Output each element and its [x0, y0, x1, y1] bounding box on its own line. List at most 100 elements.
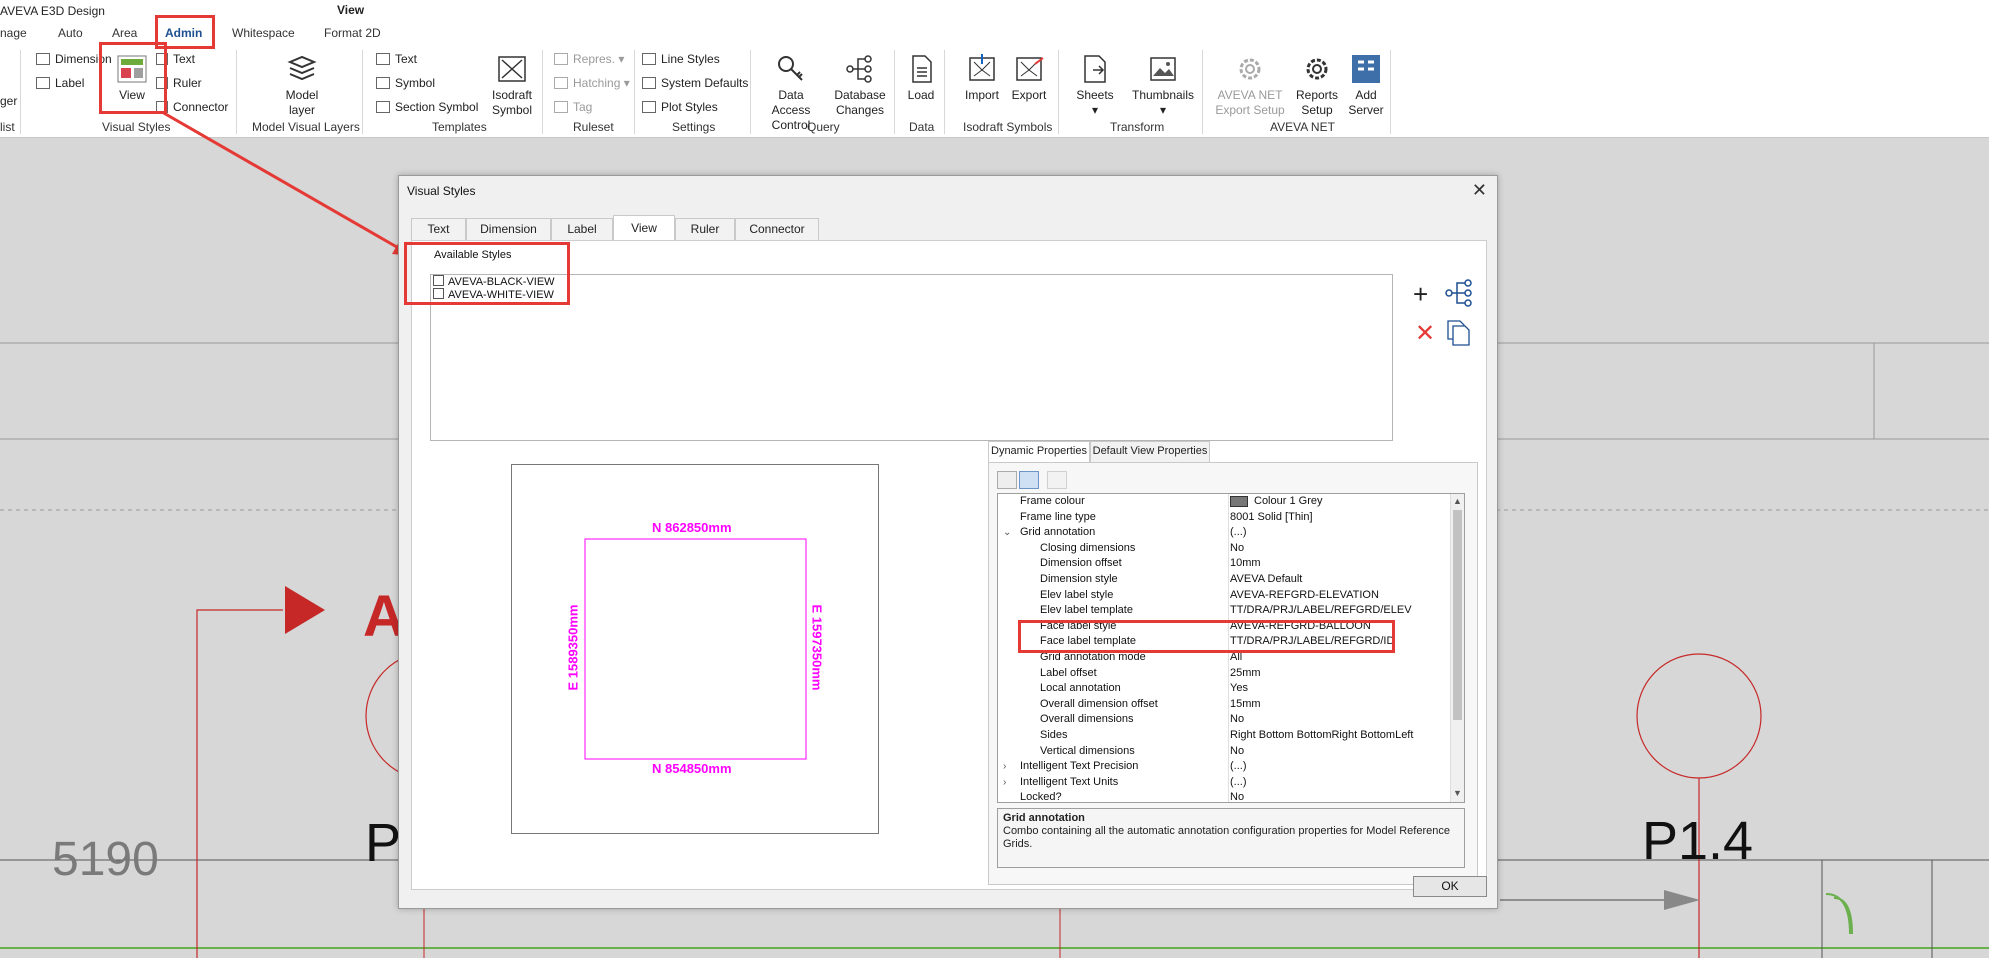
tab-text[interactable]: Text [411, 218, 466, 240]
property-value[interactable]: (...) [1230, 525, 1247, 540]
property-value[interactable]: No [1230, 712, 1244, 727]
property-row[interactable]: Vertical dimensions No [998, 744, 1464, 760]
tree-icon [846, 55, 872, 83]
property-value[interactable]: Colour 1 Grey [1254, 494, 1322, 509]
tab-ruler[interactable]: Ruler [675, 218, 735, 240]
plot-styles-icon [642, 101, 656, 113]
property-row[interactable]: Elev label style AVEVA-REFGRD-ELEVATION [998, 588, 1464, 604]
property-row[interactable]: Overall dimensions No [998, 712, 1464, 728]
property-value[interactable]: TT/DRA/PRJ/LABEL/REFGRD/ELEV [1230, 603, 1412, 618]
property-row[interactable]: Locked? No [998, 790, 1464, 802]
label-icon [36, 77, 50, 89]
close-icon[interactable]: ✕ [1472, 180, 1487, 201]
property-row[interactable]: Closing dimensions No [998, 541, 1464, 557]
ribbon-separator [1058, 50, 1059, 134]
tab-default-view-properties[interactable]: Default View Properties [1090, 441, 1210, 462]
tab-label[interactable]: Label [551, 218, 613, 240]
property-value[interactable]: 10mm [1230, 556, 1261, 571]
group-label-transform: Transform [1110, 120, 1165, 134]
menu-tab-manage[interactable]: nage [0, 26, 27, 40]
property-value[interactable]: Yes [1230, 681, 1248, 696]
copy-style-icon[interactable] [1446, 319, 1472, 347]
property-description: Grid annotation Combo containing all the… [997, 808, 1465, 868]
property-value[interactable]: No [1230, 744, 1244, 759]
menu-tab-format-2d[interactable]: Format 2D [324, 26, 381, 40]
property-row[interactable]: Frame colour Colour 1 Grey [998, 494, 1464, 510]
model-layer-button[interactable]: Model layer [272, 54, 332, 118]
delete-style-icon[interactable]: ✕ [1415, 321, 1435, 347]
property-value[interactable]: No [1230, 541, 1244, 556]
thumbnails-button[interactable]: Thumbnails ▾ [1130, 54, 1196, 118]
chevron-right-icon[interactable]: › [1003, 775, 1006, 790]
property-value[interactable]: 8001 Solid [Thin] [1230, 510, 1313, 525]
property-row[interactable]: Sides Right Bottom BottomRight BottomLeft [998, 728, 1464, 744]
property-row[interactable]: › Intelligent Text Precision (...) [998, 759, 1464, 775]
preview-left-label: E 1589350mm [565, 604, 581, 691]
label-button[interactable]: Label [36, 76, 84, 90]
tag-button[interactable]: Tag [554, 100, 592, 114]
menu-tab-auto[interactable]: Auto [58, 26, 83, 40]
line-styles-button[interactable]: Line Styles [642, 52, 720, 66]
property-row[interactable]: Overall dimension offset 15mm [998, 697, 1464, 713]
ribbon-button-manager[interactable]: ger [0, 94, 17, 108]
categorized-icon[interactable] [997, 471, 1017, 489]
grid-label-p1-4: P1.4 [1642, 811, 1754, 871]
isodraft-symbol-button[interactable]: Isodraft Symbol [484, 54, 540, 118]
database-changes-button[interactable]: Database Changes [830, 54, 890, 118]
section-symbol-button[interactable]: Section Symbol [376, 100, 478, 114]
property-value[interactable]: AVEVA-REFGRD-ELEVATION [1230, 588, 1379, 603]
hierarchy-icon[interactable] [1444, 279, 1474, 307]
tab-view[interactable]: View [613, 215, 675, 240]
property-row[interactable]: ⌄ Grid annotation (...) [998, 525, 1464, 541]
export-button[interactable]: Export [1008, 54, 1050, 103]
alphabetical-sort-icon[interactable] [1019, 471, 1039, 489]
tab-dynamic-properties[interactable]: Dynamic Properties [988, 441, 1090, 462]
plot-styles-button[interactable]: Plot Styles [642, 100, 718, 114]
gear-icon [1239, 58, 1261, 80]
load-button[interactable]: Load [902, 54, 940, 103]
property-name: Elev label style [1040, 588, 1114, 601]
tab-connector[interactable]: Connector [735, 218, 819, 240]
group-label-aveva-net: AVEVA NET [1270, 120, 1335, 134]
symbol-icon [376, 77, 390, 89]
property-value[interactable]: Right Bottom BottomRight BottomLeft [1230, 728, 1413, 743]
ribbon-separator [1202, 50, 1203, 134]
property-row[interactable]: Dimension offset 10mm [998, 556, 1464, 572]
property-value[interactable]: 15mm [1230, 697, 1261, 712]
property-row[interactable]: Frame line type 8001 Solid [Thin] [998, 510, 1464, 526]
template-symbol-button[interactable]: Symbol [376, 76, 435, 90]
preview-right-label: E 1597350mm [809, 604, 825, 691]
tab-dimension[interactable]: Dimension [466, 218, 551, 240]
property-row[interactable]: › Intelligent Text Units (...) [998, 775, 1464, 791]
property-value[interactable]: (...) [1230, 775, 1247, 790]
menu-tab-whitespace[interactable]: Whitespace [232, 26, 295, 40]
system-defaults-button[interactable]: System Defaults [642, 76, 748, 90]
property-name: Frame colour [1020, 495, 1085, 507]
property-value[interactable]: AVEVA Default [1230, 572, 1302, 587]
chevron-down-icon[interactable]: ⌄ [1003, 525, 1011, 540]
property-row[interactable]: Label offset 25mm [998, 666, 1464, 682]
property-row[interactable]: Elev label template TT/DRA/PRJ/LABEL/REFG… [998, 603, 1464, 619]
property-row[interactable]: Dimension style AVEVA Default [998, 572, 1464, 588]
property-pages-icon[interactable] [1047, 471, 1067, 489]
add-style-icon[interactable]: + [1413, 281, 1428, 307]
sheets-button[interactable]: Sheets ▾ [1074, 54, 1116, 118]
property-value[interactable]: No [1230, 790, 1244, 802]
property-value[interactable]: 25mm [1230, 666, 1261, 681]
property-name: Overall dimensions [1040, 713, 1134, 726]
property-body: ▲ ▼ Frame colour Colour 1 Grey Frame line … [988, 462, 1478, 885]
repres-button[interactable]: Repres. ▾ [554, 52, 624, 66]
add-server-button[interactable]: Add Server [1346, 54, 1386, 118]
menu-tab-area[interactable]: Area [112, 26, 137, 40]
import-button[interactable]: Import [962, 54, 1002, 103]
ok-button[interactable]: OK [1413, 876, 1487, 897]
chevron-right-icon[interactable]: › [1003, 759, 1006, 774]
available-styles-list[interactable]: AVEVA-BLACK-VIEW AVEVA-WHITE-VIEW [430, 274, 1393, 441]
aveva-net-export-setup-button[interactable]: AVEVA NET Export Setup [1212, 54, 1288, 118]
hatching-button[interactable]: Hatching ▾ [554, 76, 630, 90]
property-row[interactable]: Local annotation Yes [998, 681, 1464, 697]
reports-setup-button[interactable]: Reports Setup [1294, 54, 1340, 118]
template-text-button[interactable]: Text [376, 52, 417, 66]
highlight-available-styles [404, 242, 570, 305]
property-value[interactable]: (...) [1230, 759, 1247, 774]
